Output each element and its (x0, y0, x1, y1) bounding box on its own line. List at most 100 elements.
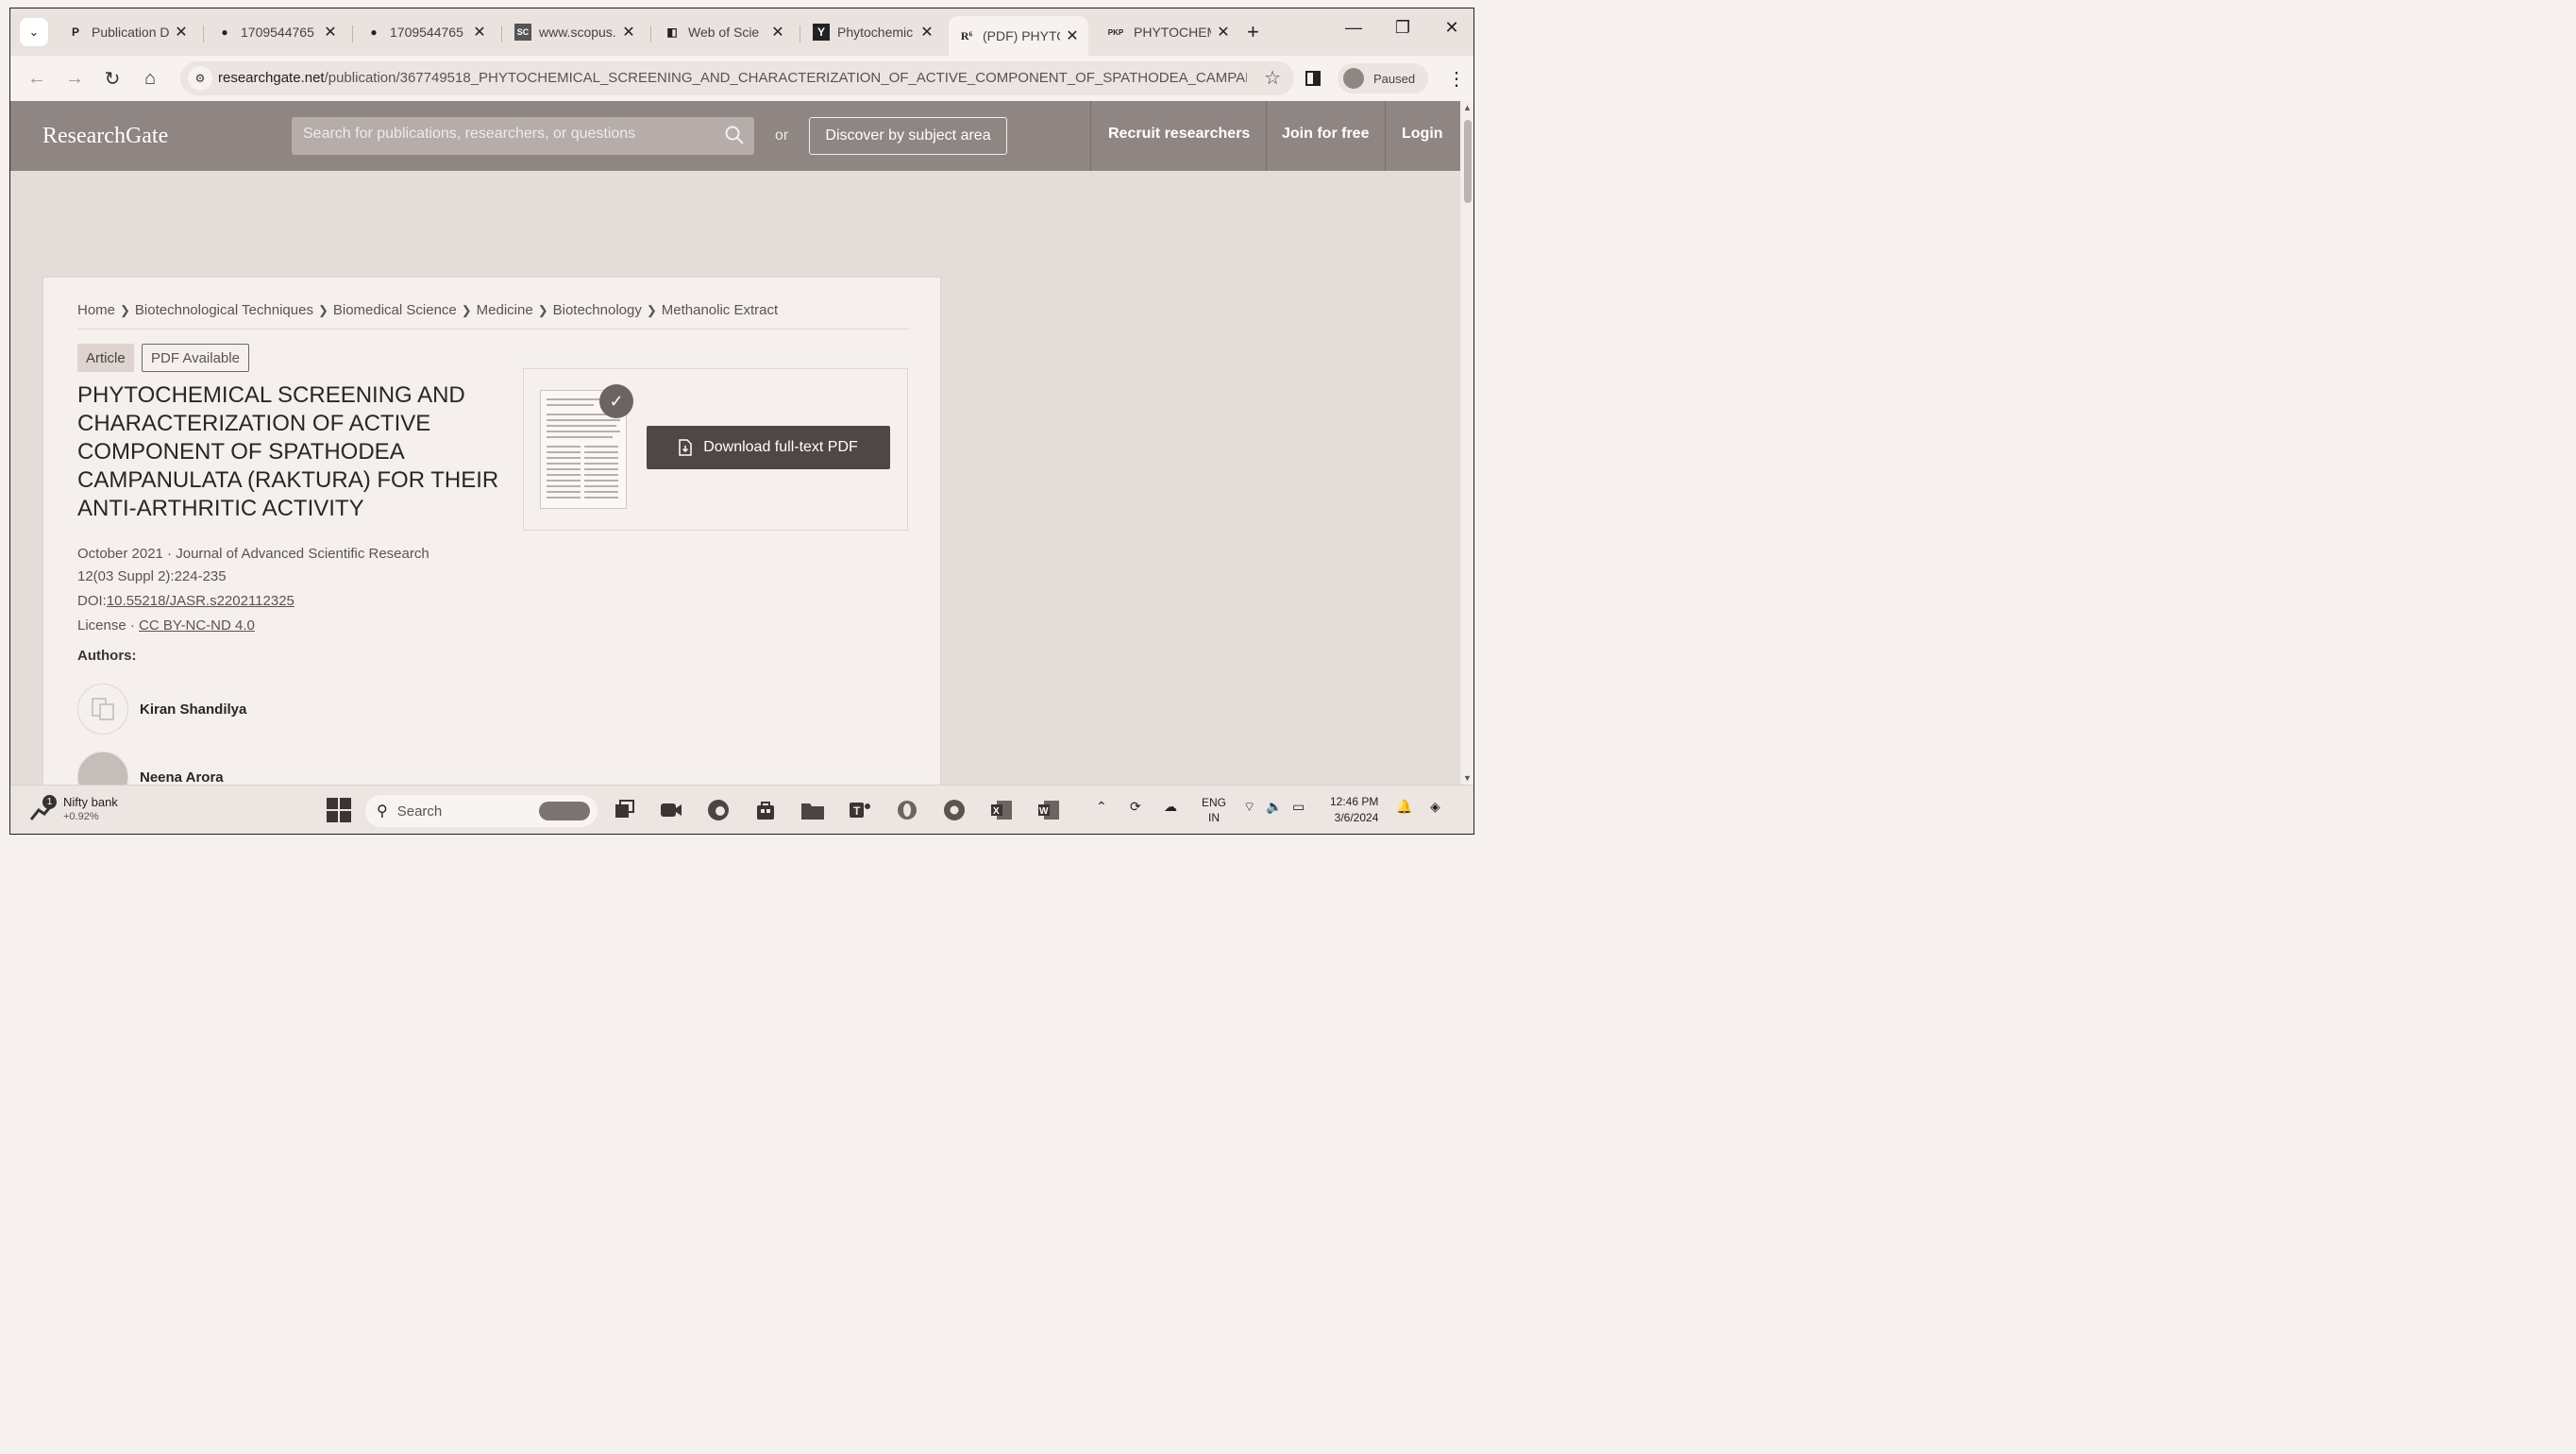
breadcrumb-medicine[interactable]: Medicine (477, 302, 533, 318)
researchgate-logo[interactable]: ResearchGate (42, 124, 168, 149)
scrollbar-thumb[interactable] (1464, 120, 1472, 203)
widgets-button[interactable]: 1 Nifty bank +0.92% (29, 795, 118, 823)
browser-toolbar: ← → ↻ ⌂ ⚙ researchgate.net/publication/3… (10, 56, 1473, 101)
tab-favicon-icon: P (71, 25, 79, 39)
tab-close-icon[interactable]: ✕ (1217, 23, 1230, 42)
tab-search-button[interactable]: ⌄ (20, 18, 48, 46)
discover-button[interactable]: Discover by subject area (809, 117, 1007, 155)
minimize-button[interactable]: — (1339, 18, 1368, 38)
page-scrollbar[interactable]: ▲ ▼ (1460, 101, 1473, 785)
tab-label: (PDF) PHYTO (983, 28, 1060, 43)
tab-close-icon[interactable]: ✕ (622, 23, 635, 42)
chrome-icon[interactable] (941, 797, 968, 823)
tab-close-icon[interactable]: ✕ (920, 23, 934, 42)
word-icon[interactable]: W (1035, 797, 1062, 823)
sync-icon[interactable]: ⟳ (1130, 799, 1141, 815)
article-card: Home ❯ Biotechnological Techniques ❯ Biome… (42, 277, 941, 785)
opera-icon[interactable] (894, 797, 920, 823)
tab-favicon-icon: ● (221, 25, 228, 39)
license-link[interactable]: CC BY-NC-ND 4.0 (139, 617, 255, 634)
doi-label: DOI: (77, 593, 107, 609)
scroll-up-icon[interactable]: ▲ (1463, 103, 1472, 112)
file-explorer-icon[interactable] (800, 797, 826, 823)
svg-text:T: T (853, 804, 861, 818)
home-icon[interactable]: ⌂ (137, 65, 163, 92)
rg-search-box[interactable] (292, 117, 754, 155)
profile-button[interactable]: Paused (1338, 63, 1428, 93)
reload-icon[interactable]: ↻ (99, 65, 126, 92)
download-pdf-button[interactable]: Download full-text PDF (647, 426, 890, 469)
breadcrumb-biotechnology[interactable]: Biotechnology (553, 302, 642, 318)
edge-browser-icon[interactable] (705, 797, 732, 823)
system-clock[interactable]: 12:46 PM 3/6/2024 (1330, 794, 1378, 826)
tab-close-icon[interactable]: ✕ (771, 23, 784, 42)
join-link[interactable]: Join for free (1282, 126, 1369, 143)
tab-label: www.scopus. (539, 25, 616, 40)
tab-publication[interactable]: P Publication D ✕ (58, 16, 197, 48)
tab-favicon-icon: Y (813, 24, 830, 41)
tab-close-icon[interactable]: ✕ (1066, 26, 1079, 45)
doi-link[interactable]: 10.55218/JASR.s2202112325 (107, 593, 295, 609)
tab-web-of-science[interactable]: ◧ Web of Scie ✕ (654, 16, 794, 48)
license-row: License · CC BY-NC-ND 4.0 (77, 617, 255, 634)
teams-meet-icon[interactable] (658, 797, 684, 823)
tab-favicon-icon: SC (514, 24, 531, 41)
tab-close-icon[interactable]: ✕ (175, 23, 188, 42)
breadcrumb-methanolic[interactable]: Methanolic Extract (662, 302, 778, 318)
breadcrumb-biotech-techniques[interactable]: Biotechnological Techniques (135, 302, 313, 318)
site-info-icon[interactable]: ⚙ (188, 66, 212, 91)
rg-search-input[interactable] (303, 126, 718, 143)
author-name[interactable]: Neena Arora (140, 769, 224, 786)
author-item[interactable]: Kiran Shandilya (77, 684, 246, 735)
tab-close-icon[interactable]: ✕ (473, 23, 486, 42)
search-highlight-icon (539, 802, 590, 820)
taskbar-search[interactable]: ⚲ Search (365, 795, 598, 827)
tab-1709544765-b[interactable]: ● 1709544765 ✕ (356, 16, 496, 48)
back-arrow-icon[interactable]: ← (24, 65, 50, 92)
new-tab-button[interactable]: + (1247, 20, 1259, 44)
copilot-icon[interactable]: ◈ (1430, 799, 1440, 815)
language-indicator[interactable]: ENG IN (1202, 795, 1226, 825)
wifi-icon[interactable]: ⌔ (1243, 799, 1255, 816)
side-panel-icon[interactable] (1305, 71, 1321, 86)
address-bar[interactable]: ⚙ researchgate.net/publication/367749518… (180, 61, 1294, 95)
tab-label: 1709544765 (241, 25, 314, 40)
author-name[interactable]: Kiran Shandilya (140, 702, 246, 718)
onedrive-cloud-icon[interactable]: ☁ (1164, 799, 1177, 815)
restore-button[interactable]: ❐ (1389, 18, 1417, 38)
url-text[interactable]: researchgate.net/publication/367749518_P… (218, 70, 1247, 86)
login-link[interactable]: Login (1402, 126, 1443, 143)
search-icon[interactable] (724, 125, 745, 145)
breadcrumb-biomedical[interactable]: Biomedical Science (333, 302, 457, 318)
or-label: or (775, 127, 789, 144)
breadcrumb-home[interactable]: Home (77, 302, 115, 318)
teams-icon[interactable]: T (847, 797, 873, 823)
excel-icon[interactable]: X (988, 797, 1015, 823)
menu-kebab-icon[interactable]: ⋮ (1447, 67, 1466, 91)
tab-phytochemical[interactable]: Y Phytochemic ✕ (803, 16, 943, 48)
forward-arrow-icon[interactable]: → (61, 65, 88, 92)
chevron-right-icon: ❯ (537, 302, 548, 317)
author-item[interactable]: Neena Arora (77, 752, 224, 785)
region-code: IN (1208, 811, 1220, 824)
tab-pdf-phyto-active[interactable]: R⁶ (PDF) PHYTO ✕ (949, 16, 1088, 56)
volume-icon[interactable]: 🔈 (1266, 799, 1282, 815)
article-volume: 12(03 Suppl 2):224-235 (77, 568, 227, 584)
task-view-icon[interactable] (611, 797, 637, 823)
close-window-button[interactable]: ✕ (1438, 18, 1466, 38)
article-type-badge: Article (77, 344, 134, 372)
battery-icon[interactable]: ▭ (1292, 799, 1305, 815)
recruit-researchers-link[interactable]: Recruit researchers (1108, 126, 1250, 143)
start-button[interactable] (326, 797, 352, 823)
scroll-down-icon[interactable]: ▼ (1463, 773, 1472, 783)
show-hidden-icons-chevron-up-icon[interactable]: ⌃ (1096, 799, 1107, 815)
tab-close-icon[interactable]: ✕ (324, 23, 337, 42)
tab-1709544765-a[interactable]: ● 1709544765 ✕ (207, 16, 346, 48)
svg-text:X: X (993, 806, 1000, 817)
tab-phytochem-pkp[interactable]: PKP PHYTOCHEM ✕ (1096, 16, 1239, 48)
notification-bell-icon[interactable]: 🔔 (1396, 799, 1412, 815)
checkmark-icon: ✓ (599, 384, 633, 418)
store-icon[interactable] (752, 797, 779, 823)
tab-scopus[interactable]: SC www.scopus. ✕ (505, 16, 645, 48)
bookmark-star-icon[interactable]: ☆ (1264, 66, 1281, 90)
